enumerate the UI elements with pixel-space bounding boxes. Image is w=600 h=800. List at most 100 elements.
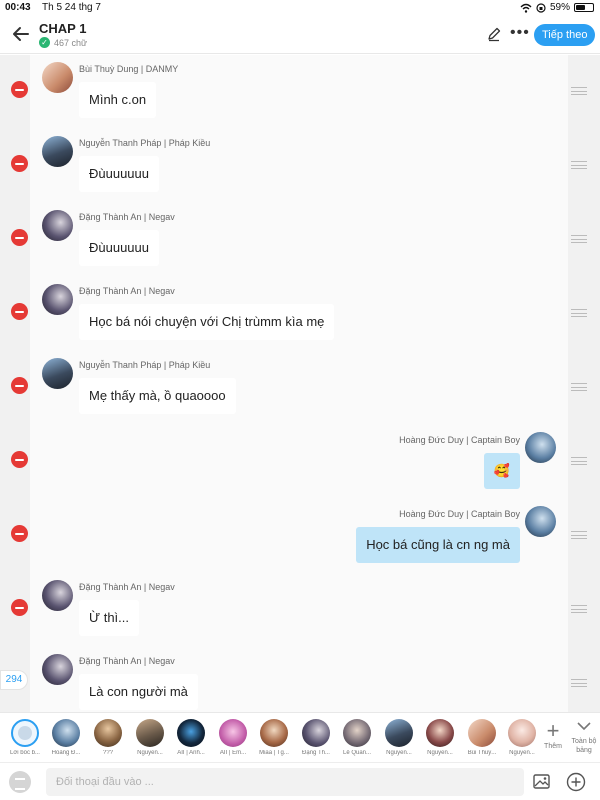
character-item[interactable]: Bùi Thuỳ... [462,719,502,756]
status-date: Th 5 24 thg 7 [42,2,101,13]
character-label: AII | Em... [219,750,247,756]
character-label: Lê Quan... [342,750,372,756]
dialogue-input[interactable] [46,768,524,796]
delete-message-icon[interactable] [11,525,28,542]
character-item[interactable]: ??? [88,719,128,756]
keyboard-toggle-icon[interactable] [9,771,31,793]
drag-handle-icon[interactable] [571,309,587,317]
character-label: Nguyễn... [386,750,412,756]
message-bubble[interactable]: 🥰 [483,453,520,489]
drag-handle-icon[interactable] [571,161,587,169]
avatar[interactable] [525,432,556,463]
avatar [94,719,122,747]
back-arrow-icon[interactable] [10,23,32,45]
character-label: AII | Anh... [177,750,205,756]
avatar [219,719,247,747]
drag-handle-icon[interactable] [571,383,587,391]
message-bubble[interactable]: Ừ thì... [79,600,140,636]
avatar[interactable] [42,654,73,685]
chapter-header: CHAP 1 ✓ 467 chữ ••• Tiếp theo [0,16,600,54]
next-chapter-button[interactable]: Tiếp theo [534,24,596,46]
avatar[interactable] [42,358,73,389]
speaker-name: Đặng Thành An | Negav [79,286,175,296]
edit-pen-icon[interactable] [486,26,502,42]
drag-handle-icon[interactable] [571,235,587,243]
avatar [136,719,164,747]
show-all-button[interactable]: Toàn bộ bảng [568,719,600,755]
message-bubble[interactable]: Là con người mà [79,674,198,710]
character-item[interactable]: Nguyễn... [379,719,419,756]
avatar[interactable] [525,506,556,537]
image-icon[interactable] [533,774,550,789]
message-row: Đặng Thành An | Negav Đùuuuuuu [0,209,600,279]
character-item[interactable]: Nguyễn... [420,719,460,756]
avatar [302,719,330,747]
message-count-badge[interactable]: 294 [0,670,28,690]
character-item[interactable]: Lê Quan... [337,719,377,756]
character-label: Lời bốc b... [10,750,40,756]
avatar[interactable] [42,284,73,315]
speaker-name: Nguyễn Thanh Pháp | Pháp Kiều [79,138,211,148]
delete-message-icon[interactable] [11,377,28,394]
message-bubble[interactable]: Học bá nói chuyện với Chị trùmm kìa mẹ [79,304,335,340]
speaker-name: Nguyễn Thanh Pháp | Pháp Kiều [79,360,211,370]
character-bar: Lời bốc b... Hoàng Đ... ??? Nguyễn... AI… [0,712,600,762]
input-bar [0,762,600,800]
add-circle-icon[interactable] [566,772,586,792]
character-item[interactable]: Nguyễn... [130,719,170,756]
add-character-button[interactable]: + Thêm [541,719,565,751]
message-row: Hoàng Đức Duy | Captain Boy Học bá cũng … [0,505,600,575]
add-label: Thêm [544,743,562,750]
message-row: Hoàng Đức Duy | Captain Boy 🥰 [0,431,600,501]
avatar[interactable] [42,136,73,167]
avatar[interactable] [42,210,73,241]
delete-message-icon[interactable] [11,599,28,616]
word-count-label: 467 chữ [54,37,88,48]
character-item[interactable]: Nguyễn... [502,719,542,756]
delete-message-icon[interactable] [11,81,28,98]
avatar[interactable] [42,62,73,93]
status-right: 59% [520,2,594,13]
battery-percent: 59% [549,2,570,13]
lock-rotation-icon [536,2,546,13]
message-row: Đặng Thành An | Negav Ừ thì... [0,579,600,649]
speaker-name: Bùi Thuỳ Dung | DANMY [79,64,179,74]
message-row: Bùi Thuỳ Dung | DANMY Mình c.on [0,61,600,131]
delete-message-icon[interactable] [11,155,28,172]
message-bubble[interactable]: Học bá cũng là cn ng mà [356,527,520,563]
status-bar: 00:43 Th 5 24 thg 7 59% [0,0,600,16]
character-item[interactable]: AII | Anh... [171,719,211,756]
character-item[interactable]: Đặng Th... [296,719,336,756]
avatar [385,719,413,747]
message-bubble[interactable]: Mình c.on [79,82,157,118]
message-bubble[interactable]: Mẹ thấy mà, ồ quaoooo [79,378,236,414]
delete-message-icon[interactable] [11,303,28,320]
character-item[interactable]: Miaa | Tg... [254,719,294,756]
character-narrator[interactable]: Lời bốc b... [5,719,45,756]
drag-handle-icon[interactable] [571,679,587,687]
speaker-name: Đặng Thành An | Negav [79,582,175,592]
word-count: ✓ 467 chữ [39,37,87,48]
character-label: Nguyễn... [137,750,163,756]
drag-handle-icon[interactable] [571,87,587,95]
chevron-down-icon [577,722,591,731]
character-item[interactable]: Hoàng Đ... [46,719,86,756]
drag-handle-icon[interactable] [571,531,587,539]
avatar[interactable] [42,580,73,611]
narrator-icon [11,719,39,747]
message-row: Nguyễn Thanh Pháp | Pháp Kiều Đùuuuuuu [0,135,600,205]
delete-message-icon[interactable] [11,229,28,246]
message-bubble[interactable]: Đùuuuuuu [79,230,159,266]
chapter-title: CHAP 1 [39,21,87,36]
character-item[interactable]: AII | Em... [213,719,253,756]
delete-message-icon[interactable] [11,451,28,468]
message-row: Đặng Thành An | Negav Là con người mà [0,653,600,712]
message-bubble[interactable]: Đùuuuuuu [79,156,159,192]
speaker-name: Đặng Thành An | Negav [79,212,175,222]
status-time: 00:43 [5,2,31,13]
more-options-icon[interactable]: ••• [510,25,530,41]
drag-handle-icon[interactable] [571,457,587,465]
avatar [343,719,371,747]
chat-area[interactable]: Bùi Thuỳ Dung | DANMY Mình c.on Nguyễn T… [0,55,600,712]
drag-handle-icon[interactable] [571,605,587,613]
